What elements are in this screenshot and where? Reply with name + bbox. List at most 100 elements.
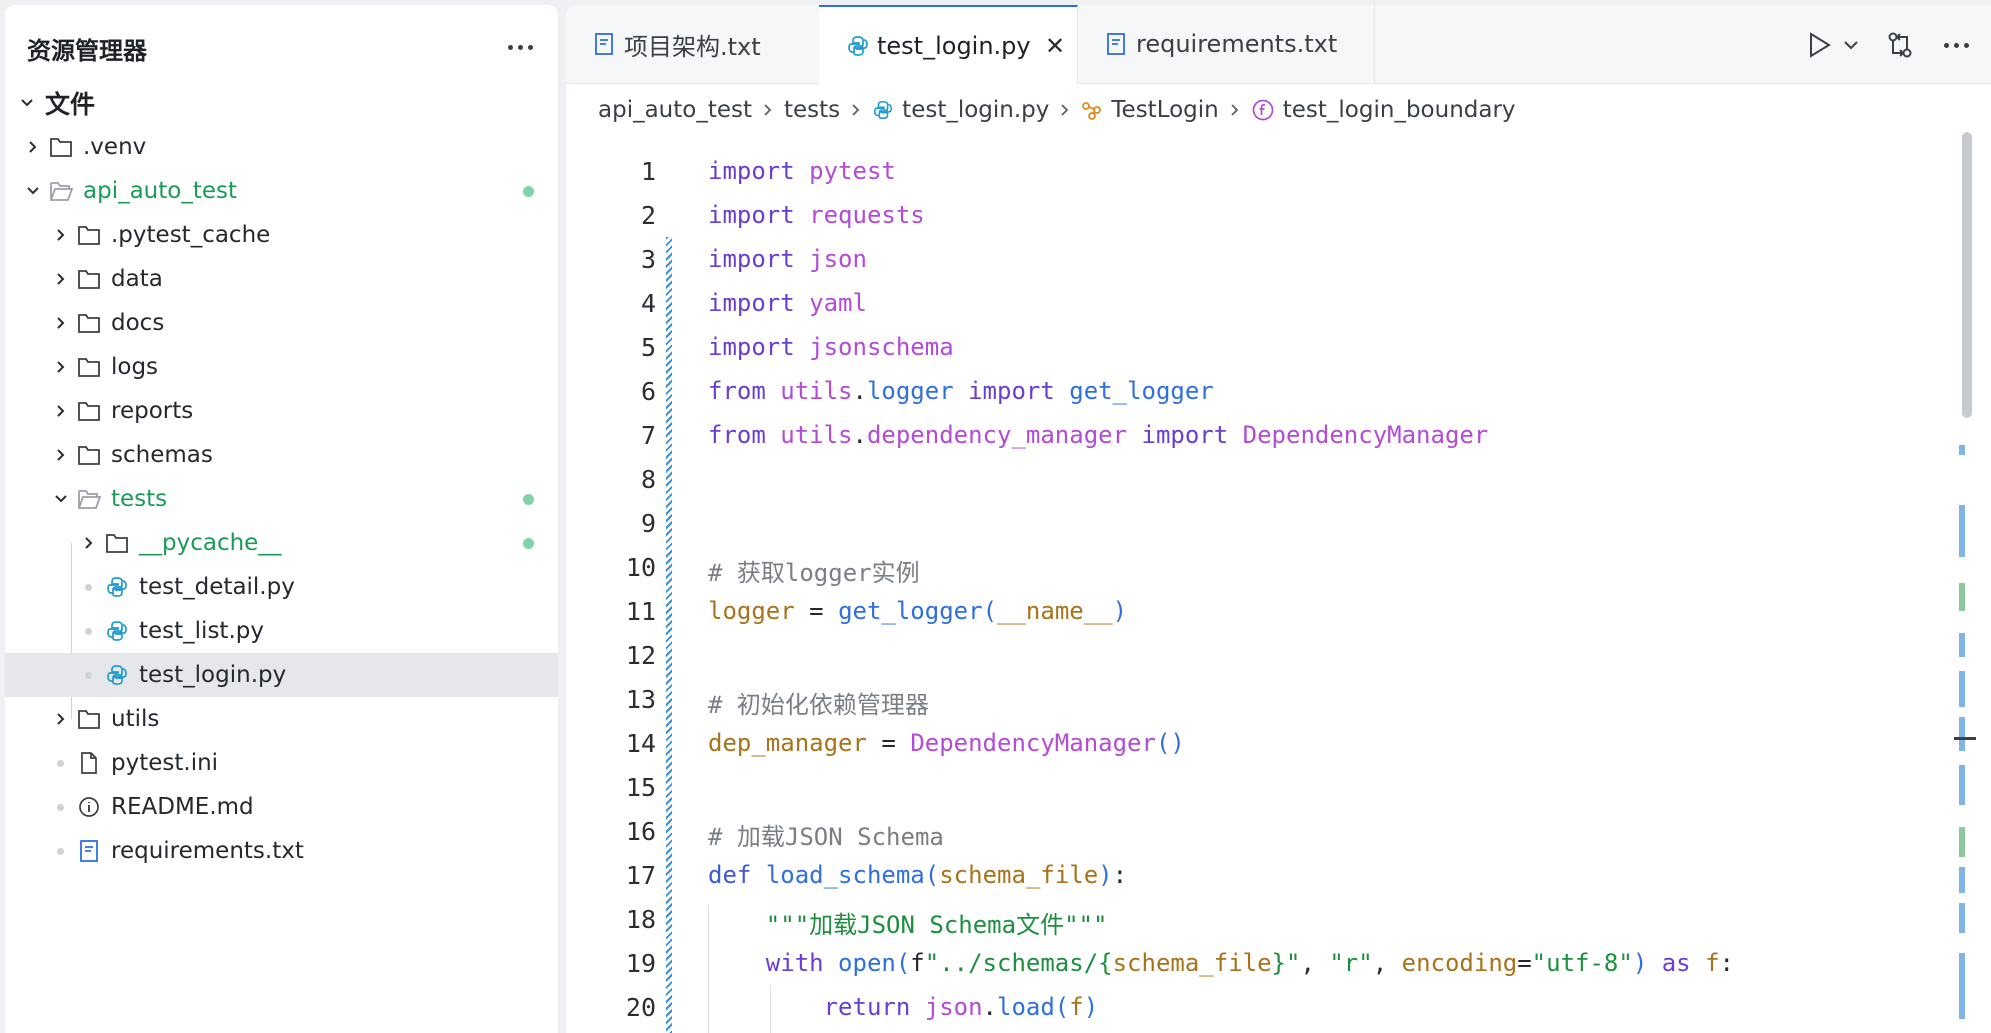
tab-requirements[interactable]: requirements.txt	[1078, 5, 1375, 83]
breadcrumb-item[interactable]: api_auto_test	[598, 97, 752, 123]
code-line: # 加载JSON Schema	[708, 823, 944, 851]
chevron-right-icon	[53, 403, 69, 419]
tree-item-label: utils	[111, 706, 160, 732]
minimap-marker	[1959, 505, 1965, 557]
function-icon	[1252, 99, 1274, 121]
line-number: 15	[625, 773, 656, 802]
tree-item-label: .pytest_cache	[111, 222, 271, 248]
tree-item-label: api_auto_test	[83, 178, 238, 204]
tree-item-reports[interactable]: reports	[5, 389, 558, 433]
tree-item-label: schemas	[111, 442, 213, 468]
text-file-icon	[1105, 32, 1129, 56]
vertical-scrollbar[interactable]	[1960, 130, 1974, 1033]
code-line: return json.load(f)	[823, 993, 1099, 1021]
tree-item-label: test_detail.py	[139, 574, 295, 600]
class-icon	[1082, 102, 1102, 120]
tree-bullet	[85, 671, 92, 679]
tree-item-logs[interactable]: logs	[5, 345, 558, 389]
breadcrumb-item[interactable]: test_login_boundary	[1251, 97, 1516, 123]
python-file-icon	[846, 34, 870, 58]
python-file-icon	[105, 575, 129, 599]
text-file-icon	[77, 839, 101, 863]
tree-item-label: logs	[111, 354, 159, 380]
minimap-marker	[1959, 445, 1965, 455]
python-file-icon	[874, 100, 893, 120]
line-number: 2	[640, 201, 656, 230]
tab-label: test_login.py	[877, 31, 1031, 60]
minimap-marker	[1959, 765, 1965, 805]
chevron-right-icon	[25, 139, 41, 155]
tree-item-label: __pycache__	[139, 530, 282, 556]
breadcrumb-item[interactable]: tests	[784, 97, 840, 123]
more-actions-icon[interactable]	[501, 35, 539, 59]
minimap-marker	[1959, 633, 1965, 657]
tree-item-label: pytest.ini	[111, 750, 219, 776]
folder-icon	[77, 443, 101, 467]
explorer-title: 资源管理器	[27, 37, 147, 65]
tree-item-venv[interactable]: .venv	[5, 125, 558, 169]
tree-item-test-list[interactable]: test_list.py	[5, 609, 558, 653]
minimap-marker	[1959, 827, 1965, 857]
tree-item-data[interactable]: data	[5, 257, 558, 301]
chevron-right-icon	[53, 711, 69, 727]
breadcrumb-label: test_login.py	[902, 97, 1050, 123]
tree-item-label: requirements.txt	[111, 838, 304, 864]
chevron-right-icon	[53, 359, 69, 375]
tab-label: 项目架构.txt	[624, 32, 761, 61]
section-files[interactable]: 文件	[5, 81, 558, 125]
run-button[interactable]	[1804, 29, 1866, 61]
tab-project-structure[interactable]: 项目架构.txt	[566, 5, 820, 83]
modified-badge	[523, 185, 534, 197]
more-actions-icon[interactable]	[1938, 29, 1974, 61]
line-number: 19	[625, 949, 656, 978]
code-line: import pytest	[708, 157, 896, 185]
tree-item-schemas[interactable]: schemas	[5, 433, 558, 477]
tree-item-test-login[interactable]: test_login.py	[5, 653, 558, 697]
tree-item-label: README.md	[111, 794, 254, 820]
tree-item-label: data	[111, 266, 163, 292]
chevron-down-icon	[19, 95, 35, 111]
code-line: import jsonschema	[708, 333, 954, 361]
line-number: 14	[625, 729, 656, 758]
folder-icon	[49, 135, 73, 159]
chevron-right-icon	[53, 227, 69, 243]
chevron-right-icon	[762, 103, 774, 117]
tree-bullet	[57, 847, 64, 855]
tab-bar: 项目架构.txt test_login.py ✕ requirements.tx…	[566, 5, 1991, 84]
line-number: 17	[625, 861, 656, 890]
line-number: 7	[640, 421, 656, 450]
modified-badge	[523, 493, 534, 505]
folder-open-icon	[49, 179, 73, 203]
section-label: 文件	[45, 90, 96, 119]
text-file-icon	[593, 32, 617, 56]
tree-item-api-auto-test[interactable]: api_auto_test	[5, 169, 558, 213]
breadcrumb-item[interactable]: TestLogin	[1081, 97, 1219, 123]
breadcrumb-item[interactable]: test_login.py	[872, 97, 1049, 123]
code-line: from utils.logger import get_logger	[708, 377, 1214, 405]
scroll-thumb[interactable]	[1962, 132, 1972, 418]
tree-item-label: .venv	[83, 134, 147, 160]
source-control-diff-icon[interactable]	[1882, 29, 1918, 61]
code-editor[interactable]: 1 2 3 4 5 6 7 8 9 10 11 12 13 14 15 16 1…	[566, 145, 1966, 1033]
tree-item-pytest-cache[interactable]: .pytest_cache	[5, 213, 558, 257]
tree-item-readme[interactable]: README.md	[5, 785, 558, 829]
tab-test-login[interactable]: test_login.py ✕	[819, 5, 1078, 84]
folder-icon	[105, 531, 129, 555]
tree-item-docs[interactable]: docs	[5, 301, 558, 345]
minimap-marker	[1959, 717, 1965, 751]
code-line: with open(f"../schemas/{schema_file}", "…	[765, 949, 1734, 977]
tree-item-tests[interactable]: tests	[5, 477, 558, 521]
explorer-sidebar: 资源管理器 文件 .venv api_auto_test .pytest_cac…	[5, 5, 558, 1033]
chevron-right-icon	[53, 271, 69, 287]
tree-item-label: tests	[111, 486, 168, 512]
tree-item-pycache[interactable]: __pycache__	[5, 521, 558, 565]
chevron-right-icon	[850, 103, 862, 117]
code-line: logger = get_logger(__name__)	[708, 597, 1128, 625]
code-line: import json	[708, 245, 867, 273]
close-icon[interactable]: ✕	[1045, 32, 1065, 60]
code-line: # 初始化依赖管理器	[708, 691, 929, 719]
tree-item-utils[interactable]: utils	[5, 697, 558, 741]
tree-item-pytest-ini[interactable]: pytest.ini	[5, 741, 558, 785]
tree-item-test-detail[interactable]: test_detail.py	[5, 565, 558, 609]
tree-item-requirements[interactable]: requirements.txt	[5, 829, 558, 873]
